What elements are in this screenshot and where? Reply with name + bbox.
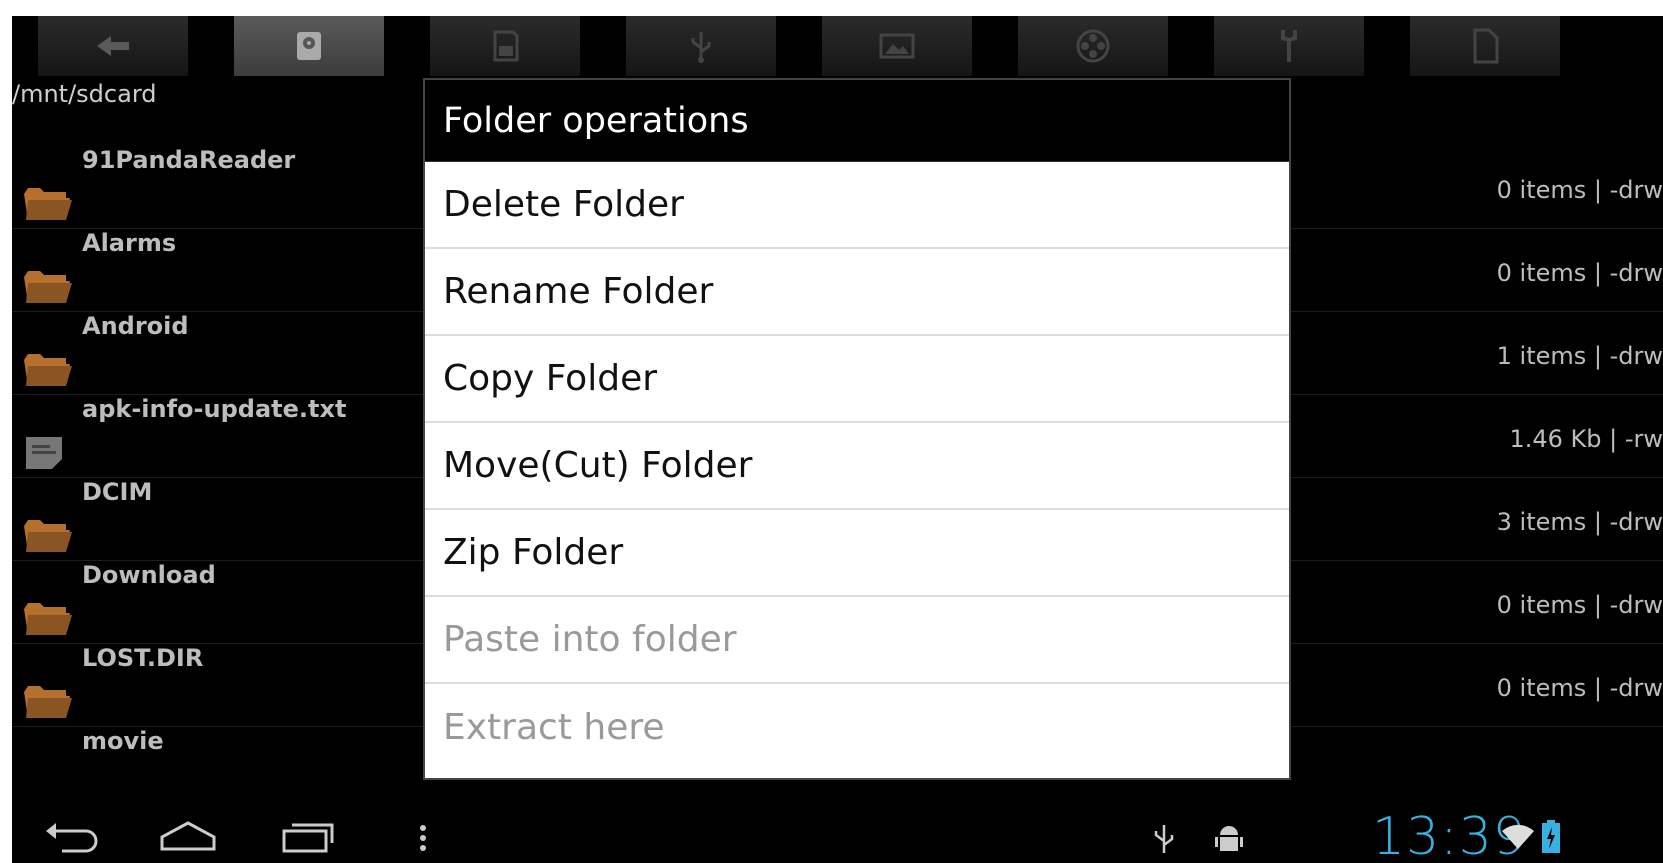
move-cut-folder-option[interactable]: Move(Cut) Folder [425, 423, 1289, 510]
video-button[interactable] [1018, 16, 1168, 76]
file-meta: 0 items | -drw [1496, 176, 1663, 204]
file-name: LOST.DIR [82, 644, 204, 672]
folder-icon [24, 188, 72, 220]
zip-folder-option[interactable]: Zip Folder [425, 510, 1289, 597]
back-icon[interactable] [42, 821, 98, 855]
file-name: 91PandaReader [82, 146, 296, 174]
image-icon [879, 33, 915, 59]
copy-folder-option[interactable]: Copy Folder [425, 336, 1289, 423]
system-bar: 13:39 [12, 807, 1663, 863]
sd-button[interactable] [430, 16, 580, 76]
paste-into-folder-option: Paste into folder [425, 597, 1289, 684]
toolbar [12, 16, 1663, 78]
file-name: movie [82, 727, 164, 755]
image-button[interactable] [822, 16, 972, 76]
dialog-title: Folder operations [425, 80, 1289, 162]
back-arrow-icon [97, 36, 129, 56]
sdcard-icon [297, 32, 321, 60]
file-name: Android [82, 312, 189, 340]
file-meta: 0 items | -drw [1496, 259, 1663, 287]
folder-icon [24, 686, 72, 718]
file-meta: 0 items | -drw [1496, 591, 1663, 619]
file-meta: 3 items | -drw [1496, 508, 1663, 536]
folder-icon [24, 354, 72, 386]
folder-operations-dialog: Folder operations Delete Folder Rename F… [423, 78, 1291, 780]
file-name: Download [82, 561, 216, 589]
rename-folder-option[interactable]: Rename Folder [425, 249, 1289, 336]
usb-icon [691, 32, 711, 63]
menu-icon[interactable] [416, 823, 430, 855]
file-name: DCIM [82, 478, 153, 506]
file-name: Alarms [82, 229, 177, 257]
folder-icon [24, 520, 72, 552]
folder-icon [24, 603, 72, 635]
delete-folder-option[interactable]: Delete Folder [425, 162, 1289, 249]
document-icon [1473, 28, 1499, 64]
tools-icon [1281, 30, 1297, 62]
home-icon[interactable] [158, 819, 218, 855]
wifi-icon [1502, 824, 1534, 849]
extract-here-option: Extract here [425, 684, 1289, 771]
recent-apps-icon[interactable] [278, 821, 338, 855]
sdcard-button[interactable] [234, 16, 384, 76]
android-debug-icon [1215, 826, 1243, 851]
usb-button[interactable] [626, 16, 776, 76]
tools-button[interactable] [1214, 16, 1364, 76]
current-path: /mnt/sdcard [12, 80, 157, 108]
back-arrow-button[interactable] [38, 16, 188, 76]
usb-icon [1154, 825, 1174, 853]
text-file-icon [26, 437, 62, 469]
sd-icon [493, 30, 519, 62]
file-meta: 0 items | -drw [1496, 674, 1663, 702]
screen: /mnt/sdcard 91PandaReader 0 items | -drw… [12, 16, 1663, 863]
document-button[interactable] [1410, 16, 1560, 76]
file-meta: 1 items | -drw [1496, 342, 1663, 370]
battery-icon [1542, 820, 1560, 853]
video-icon [1076, 29, 1110, 63]
file-meta: 1.46 Kb | -rw [1509, 425, 1663, 453]
file-name: apk-info-update.txt [82, 395, 347, 423]
folder-icon [24, 271, 72, 303]
